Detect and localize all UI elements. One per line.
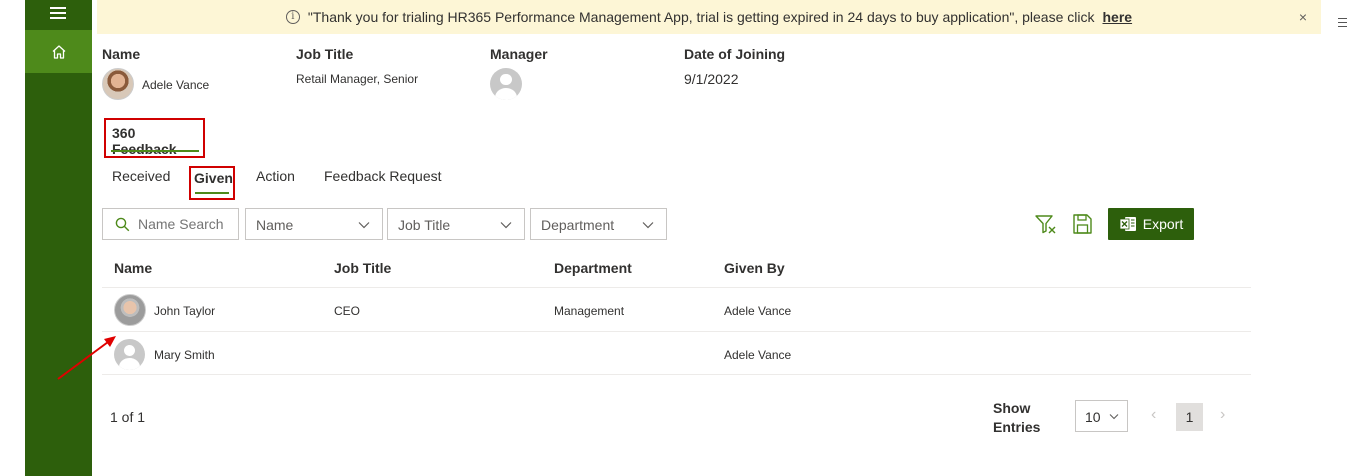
manager-label: Manager [490, 46, 548, 62]
close-icon[interactable]: × [1299, 9, 1307, 25]
name-filter-dropdown[interactable]: Name [245, 208, 383, 240]
export-button[interactable]: Export [1108, 208, 1194, 240]
page-button-current[interactable]: 1 [1176, 403, 1203, 431]
app-sidebar [25, 0, 92, 476]
subtab-received[interactable]: Received [112, 168, 170, 184]
trial-banner: i "Thank you for trialing HR365 Performa… [97, 0, 1321, 34]
name-filter-label: Name [256, 217, 294, 233]
clear-filter-icon [1035, 215, 1056, 234]
info-icon: i [285, 10, 300, 24]
pagination-info: 1 of 1 [110, 409, 146, 425]
row-department: Management [554, 304, 625, 318]
page-size-value: 10 [1085, 409, 1101, 425]
job-title-filter-label: Job Title [398, 217, 451, 233]
column-header-given-by[interactable]: Given By [724, 260, 785, 276]
chevron-down-icon [1109, 414, 1119, 420]
name-label: Name [102, 46, 141, 62]
home-icon [52, 44, 65, 59]
row-name[interactable]: John Taylor [154, 304, 215, 318]
name-search-box[interactable] [102, 208, 239, 240]
row-given-by: Adele Vance [724, 304, 792, 318]
tab-360-feedback-label: 360 Feedback [112, 125, 177, 157]
export-label: Export [1142, 216, 1184, 232]
show-entries-label: Show Entries [993, 400, 1041, 435]
clear-filter-button[interactable] [1034, 212, 1058, 236]
employee-name: Adele Vance [142, 78, 210, 92]
table-row[interactable]: Mary Smith Adele Vance [102, 331, 1251, 375]
avatar [114, 339, 145, 370]
table-row[interactable]: John Taylor CEO Management Adele Vance [102, 287, 1251, 331]
search-icon [115, 217, 130, 231]
row-given-by: Adele Vance [724, 348, 792, 362]
subtab-feedback-request[interactable]: Feedback Request [324, 168, 442, 184]
banner-message: "Thank you for trialing HR365 Performanc… [307, 9, 1095, 25]
joining-label: Date of Joining [684, 46, 786, 62]
page-size-dropdown[interactable]: 10 [1075, 400, 1128, 432]
department-filter-dropdown[interactable]: Department [530, 208, 667, 240]
subtab-action[interactable]: Action [256, 168, 295, 184]
buy-link[interactable]: here [1103, 9, 1133, 25]
column-header-job-title[interactable]: Job Title [334, 260, 391, 276]
employee-job-title: Retail Manager, Senior [296, 72, 419, 86]
job-title-filter-dropdown[interactable]: Job Title [387, 208, 525, 240]
avatar [114, 294, 146, 326]
subtab-active-underline [195, 192, 229, 194]
home-nav-button[interactable] [25, 30, 92, 73]
tab-active-underline [111, 150, 199, 152]
manager-avatar [490, 68, 522, 100]
save-icon [1073, 214, 1092, 234]
menu-icon[interactable] [50, 7, 66, 21]
subtab-given-label: Given [194, 170, 233, 186]
employee-avatar [102, 68, 134, 100]
excel-icon [1119, 217, 1136, 231]
save-button[interactable] [1070, 212, 1094, 236]
column-header-department[interactable]: Department [554, 260, 632, 276]
next-page-button[interactable]: › [1220, 406, 1225, 424]
row-job-title: CEO [334, 304, 361, 318]
chevron-down-icon [358, 222, 370, 229]
tab-360-feedback[interactable]: 360 Feedback [104, 118, 205, 158]
row-name[interactable]: Mary Smith [154, 348, 215, 362]
column-header-name[interactable]: Name [114, 260, 152, 276]
subtab-given[interactable]: Given [189, 166, 235, 200]
list-icon[interactable] [1338, 18, 1347, 28]
chevron-down-icon [642, 222, 654, 229]
joining-date: 9/1/2022 [684, 71, 739, 87]
job-title-label: Job Title [296, 46, 354, 62]
department-filter-label: Department [541, 217, 615, 233]
name-search-input[interactable] [138, 216, 233, 232]
chevron-down-icon [500, 222, 512, 229]
prev-page-button[interactable]: ‹ [1151, 406, 1156, 424]
